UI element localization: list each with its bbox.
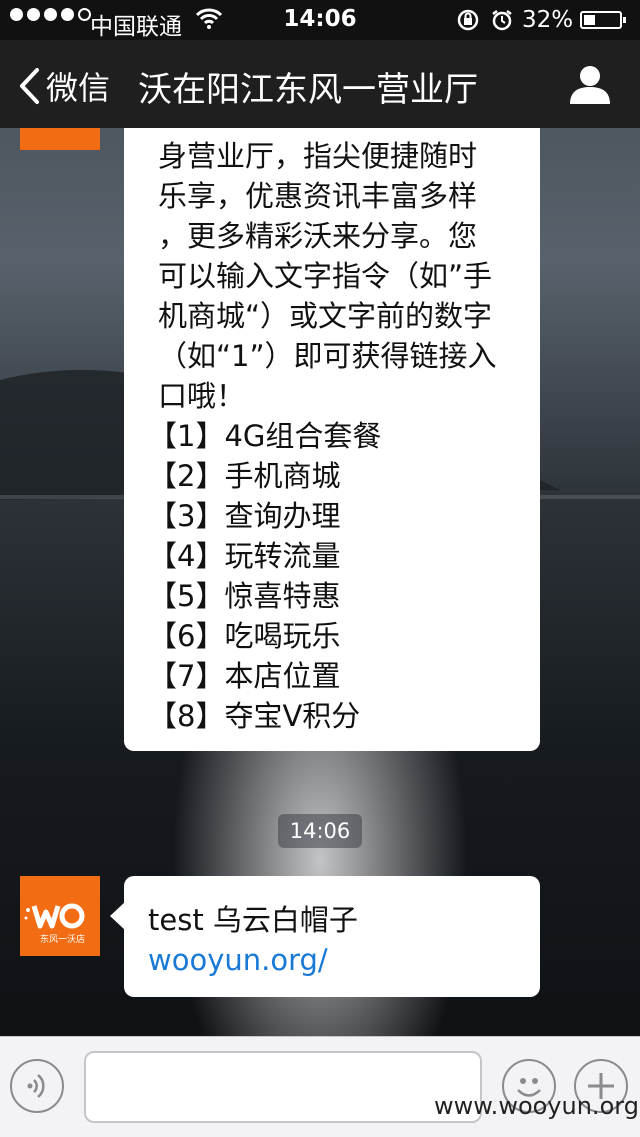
message-line: 口哦！ xyxy=(158,379,246,413)
person-icon[interactable] xyxy=(568,62,612,106)
message-bubble-reply[interactable]: test 乌云白帽子 wooyun.org/ xyxy=(124,876,540,997)
battery-percentage: 32% xyxy=(522,7,574,33)
message-line: ，更多精彩沃来分享。您 xyxy=(158,219,478,253)
message-text: 身营业厅，指尖便捷随时 乐享，优惠资讯丰富多样 ，更多精彩沃来分享。您 可以输入文字指… xyxy=(158,136,540,416)
back-button[interactable]: 微信 xyxy=(18,64,118,108)
chevron-left-icon xyxy=(20,68,39,104)
message-input[interactable] xyxy=(84,1051,482,1123)
message-line: （如“1”）即可获得链接入 xyxy=(158,339,497,373)
navigation-bar-overlay: 微信 沃在阳江东风一营业厅 xyxy=(0,40,640,128)
message-line: 机商城“）或文字前的数字 xyxy=(158,299,493,333)
avatar-caption: 东风一沃店 xyxy=(40,935,86,945)
voice-icon xyxy=(27,1074,45,1098)
menu-item: 【8】夺宝V积分 xyxy=(148,699,361,733)
menu-item: 【6】吃喝玩乐 xyxy=(148,619,341,653)
watermark-text: www.wooyun.org xyxy=(434,1092,639,1120)
message-bubble-menu[interactable]: 身营业厅，指尖便捷随时 乐享，优惠资讯丰富多样 ，更多精彩沃来分享。您 可以输入文字指… xyxy=(124,110,540,751)
battery-fill xyxy=(584,15,595,25)
back-button-label: 微信 xyxy=(46,69,111,107)
menu-item: 【7】本店位置 xyxy=(148,659,341,693)
menu-item: 【3】查询办理 xyxy=(148,499,341,533)
status-bar-overlay: 中国联通 14:06 32% xyxy=(0,0,640,40)
voice-button[interactable] xyxy=(10,1059,64,1113)
menu-item: 【5】惊喜特惠 xyxy=(148,579,341,613)
message-timestamp: 14:06 xyxy=(278,814,362,848)
message-line: 身营业厅，指尖便捷随时 xyxy=(158,139,478,173)
official-account-avatar-partial[interactable] xyxy=(20,128,100,150)
page-title: 沃在阳江东风一营业厅 xyxy=(138,70,478,110)
menu-list: 【1】4G组合套餐 【2】手机商城 【3】查询办理 【4】玩转流量 【5】惊喜特惠 【6】… xyxy=(148,416,540,736)
menu-item: 【2】手机商城 xyxy=(148,459,341,493)
alarm-icon xyxy=(492,10,512,31)
official-account-avatar[interactable]: 东风一沃店 xyxy=(20,876,100,956)
bubble-tail xyxy=(110,902,125,930)
message-line: 可以输入文字指令（如”手 xyxy=(158,259,493,293)
menu-item: 【4】玩转流量 xyxy=(148,539,341,573)
rotation-lock-icon xyxy=(457,9,479,31)
input-bar xyxy=(0,1036,640,1137)
reply-text: test 乌云白帽子 xyxy=(148,903,358,937)
menu-item: 【1】4G组合套餐 xyxy=(148,419,382,453)
battery-icon xyxy=(580,11,626,29)
message-line: 乐享，优惠资讯丰富多样 xyxy=(158,179,478,213)
reply-link[interactable]: wooyun.org/ xyxy=(148,940,540,980)
